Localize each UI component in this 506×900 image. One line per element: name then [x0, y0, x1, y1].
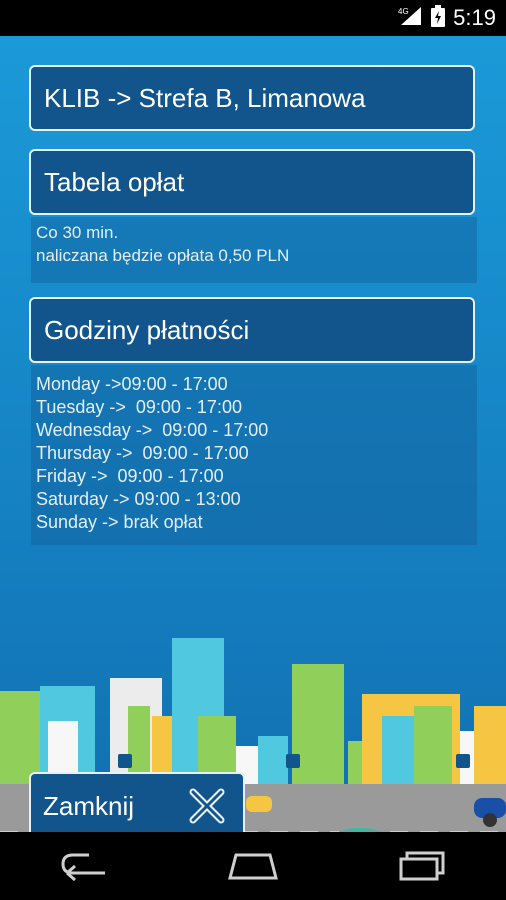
fee-amount-text: naliczana będzie opłata 0,50 PLN: [36, 246, 290, 265]
navigation-bar: [0, 832, 506, 900]
close-icon: [189, 788, 225, 829]
close-button[interactable]: Zamknij: [29, 772, 245, 840]
app-screen: 4G 5:19 KLIB -> Strefa B, Limanowa Tabel…: [0, 0, 506, 900]
recent-apps-button[interactable]: [382, 836, 462, 896]
clock: 5:19: [453, 5, 496, 30]
fee-table-header: Tabela opłat: [29, 149, 475, 215]
back-button[interactable]: [44, 836, 124, 896]
close-button-label: Zamknij: [43, 790, 135, 821]
hours-row-sunday: Sunday -> brak opłat: [36, 512, 203, 532]
main-content: KLIB -> Strefa B, Limanowa Tabela opłat …: [0, 36, 506, 866]
payment-hours-panel: Monday ->09:00 - 17:00 Tuesday -> 09:00 …: [31, 365, 477, 545]
payment-hours-heading: Godziny płatności: [44, 314, 250, 345]
payment-hours-header: Godziny płatności: [29, 297, 475, 363]
signal-icon: 4G: [397, 5, 423, 32]
status-icons: 4G 5:19: [397, 0, 496, 36]
hours-row-friday: Friday -> 09:00 - 17:00: [36, 466, 224, 486]
network-type-label: 4G: [398, 7, 409, 16]
hours-row-tuesday: Tuesday -> 09:00 - 17:00: [36, 397, 242, 417]
hours-row-monday: Monday ->09:00 - 17:00: [36, 374, 228, 394]
route-title-box: KLIB -> Strefa B, Limanowa: [29, 65, 475, 131]
home-button[interactable]: [213, 836, 293, 896]
hours-row-saturday: Saturday -> 09:00 - 13:00: [36, 489, 241, 509]
fee-table-heading: Tabela opłat: [44, 166, 185, 197]
status-bar: 4G 5:19: [0, 0, 506, 36]
back-arrow-icon: [61, 853, 106, 881]
route-title: KLIB -> Strefa B, Limanowa: [44, 82, 366, 113]
recent-apps-icon: [399, 851, 445, 881]
battery-icon: [431, 4, 446, 32]
hours-row-thursday: Thursday -> 09:00 - 17:00: [36, 443, 249, 463]
fee-table-panel: Co 30 min. naliczana będzie opłata 0,50 …: [31, 217, 477, 283]
fee-interval-text: Co 30 min.: [36, 223, 119, 242]
home-icon: [228, 853, 278, 880]
hours-row-wednesday: Wednesday -> 09:00 - 17:00: [36, 420, 269, 440]
